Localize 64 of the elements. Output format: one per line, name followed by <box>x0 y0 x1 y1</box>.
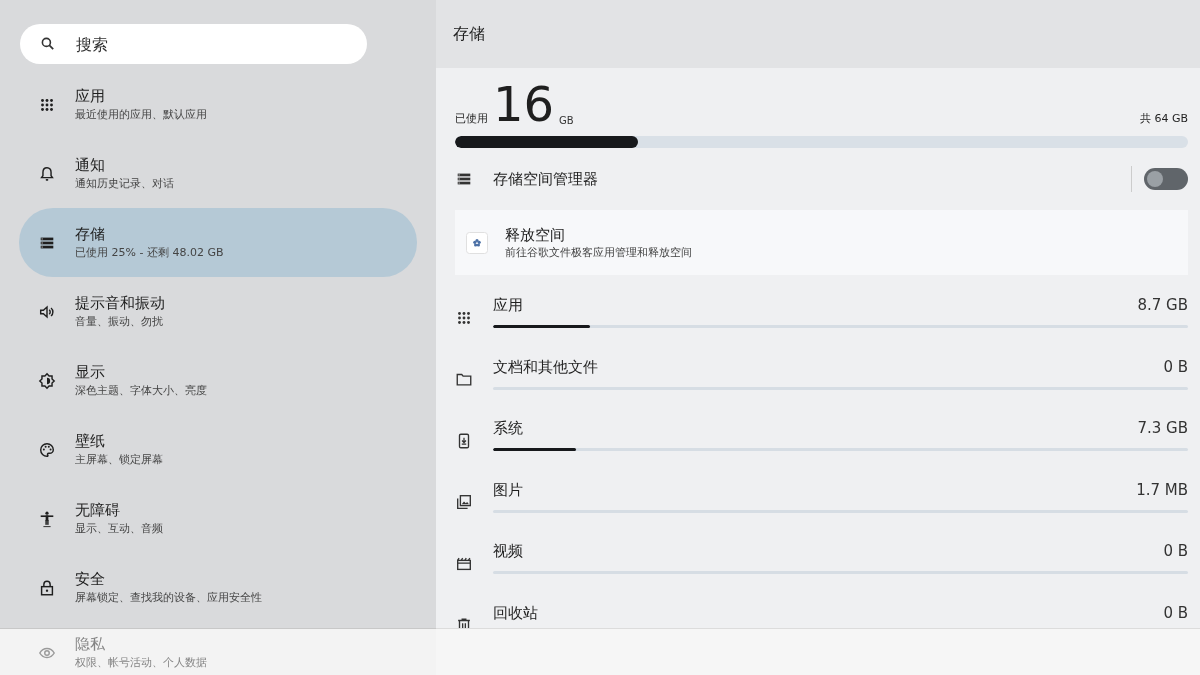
item-subtitle: 通知历史记录、对话 <box>75 176 174 192</box>
sidebar-item[interactable]: 隐私 权限、帐号活动、个人数据 <box>19 629 417 675</box>
category-size: 7.3 GB <box>1137 418 1188 439</box>
sidebar-item[interactable]: 壁纸 主屏幕、锁定屏幕 <box>19 415 417 484</box>
item-subtitle: 深色主题、字体大小、亮度 <box>75 383 207 399</box>
app-icon <box>466 231 488 254</box>
category-label: 回收站 <box>493 602 538 623</box>
category-row[interactable]: 系统 7.3 GB <box>455 404 1188 466</box>
card-subtitle: 前往谷歌文件极客应用管理和释放空间 <box>505 244 692 261</box>
category-row[interactable]: 应用 8.7 GB <box>455 281 1188 343</box>
item-title: 隐私 <box>75 634 106 654</box>
sidebar-item[interactable]: 提示音和振动 音量、振动、勿扰 <box>19 277 417 346</box>
sidebar-item[interactable]: 显示 深色主题、字体大小、亮度 <box>19 346 417 415</box>
category-row[interactable]: 回收站 0 B <box>455 588 1188 628</box>
item-title: 无障碍 <box>75 500 121 520</box>
total-capacity: 共 64 GB <box>1139 111 1188 126</box>
item-title: 壁纸 <box>75 431 106 451</box>
category-label: 图片 <box>493 479 523 500</box>
search-field[interactable]: 搜索 <box>20 24 367 64</box>
person-icon <box>38 509 56 528</box>
item-title: 提示音和振动 <box>75 293 165 313</box>
search-icon <box>40 36 56 52</box>
category-size: 0 B <box>1163 356 1188 377</box>
item-subtitle: 最近使用的应用、默认应用 <box>75 107 207 123</box>
free-space-card[interactable]: 释放空间 前往谷歌文件极客应用管理和释放空间 <box>455 210 1188 275</box>
item-subtitle: 屏幕锁定、查找我的设备、应用安全性 <box>75 590 262 606</box>
category-label: 文档和其他文件 <box>493 356 598 377</box>
item-subtitle: 权限、帐号活动、个人数据 <box>75 655 207 671</box>
category-size: 0 B <box>1163 602 1188 623</box>
category-row[interactable]: 文档和其他文件 0 B <box>455 342 1188 404</box>
item-title: 安全 <box>75 569 106 589</box>
image-icon <box>455 493 473 512</box>
item-title: 存储 <box>75 224 106 244</box>
sidebar-item[interactable]: 通知 通知历史记录、对话 <box>19 139 417 208</box>
lock-icon <box>38 578 56 597</box>
category-label: 视频 <box>493 541 523 562</box>
item-subtitle: 已使用 25% - 还剩 48.02 GB <box>75 245 224 261</box>
palette-icon <box>38 440 56 459</box>
category-size: 8.7 GB <box>1137 295 1188 316</box>
used-label: 已使用 <box>455 111 488 126</box>
used-amount: 16 <box>493 78 555 130</box>
manager-label: 存储空间管理器 <box>493 169 599 189</box>
category-label: 应用 <box>493 295 523 316</box>
brightness-icon <box>38 371 56 390</box>
item-title: 通知 <box>75 155 106 175</box>
item-title: 显示 <box>75 362 106 382</box>
category-row[interactable]: 图片 1.7 MB <box>455 465 1188 527</box>
page-title: 存储 <box>453 23 485 45</box>
sidebar-item[interactable]: 应用 最近使用的应用、默认应用 <box>19 70 417 139</box>
item-subtitle: 主屏幕、锁定屏幕 <box>75 452 163 468</box>
bell-icon <box>38 164 56 183</box>
sidebar-item[interactable]: 安全 屏幕锁定、查找我的设备、应用安全性 <box>19 553 417 622</box>
used-unit: GB <box>559 115 574 126</box>
toggle-switch[interactable] <box>1144 168 1188 190</box>
sidebar-item[interactable]: 存储 已使用 25% - 还剩 48.02 GB <box>19 208 417 277</box>
category-row[interactable]: 视频 0 B <box>455 527 1188 589</box>
item-subtitle: 显示、互动、音频 <box>75 521 163 537</box>
category-size: 1.7 MB <box>1136 479 1188 500</box>
category-size: 0 B <box>1163 541 1188 562</box>
category-label: 系统 <box>493 418 523 439</box>
card-title: 释放空间 <box>505 224 566 245</box>
sidebar-item[interactable]: 无障碍 显示、互动、音频 <box>19 484 417 553</box>
item-title: 应用 <box>75 86 106 106</box>
item-subtitle: 音量、振动、勿扰 <box>75 314 164 330</box>
